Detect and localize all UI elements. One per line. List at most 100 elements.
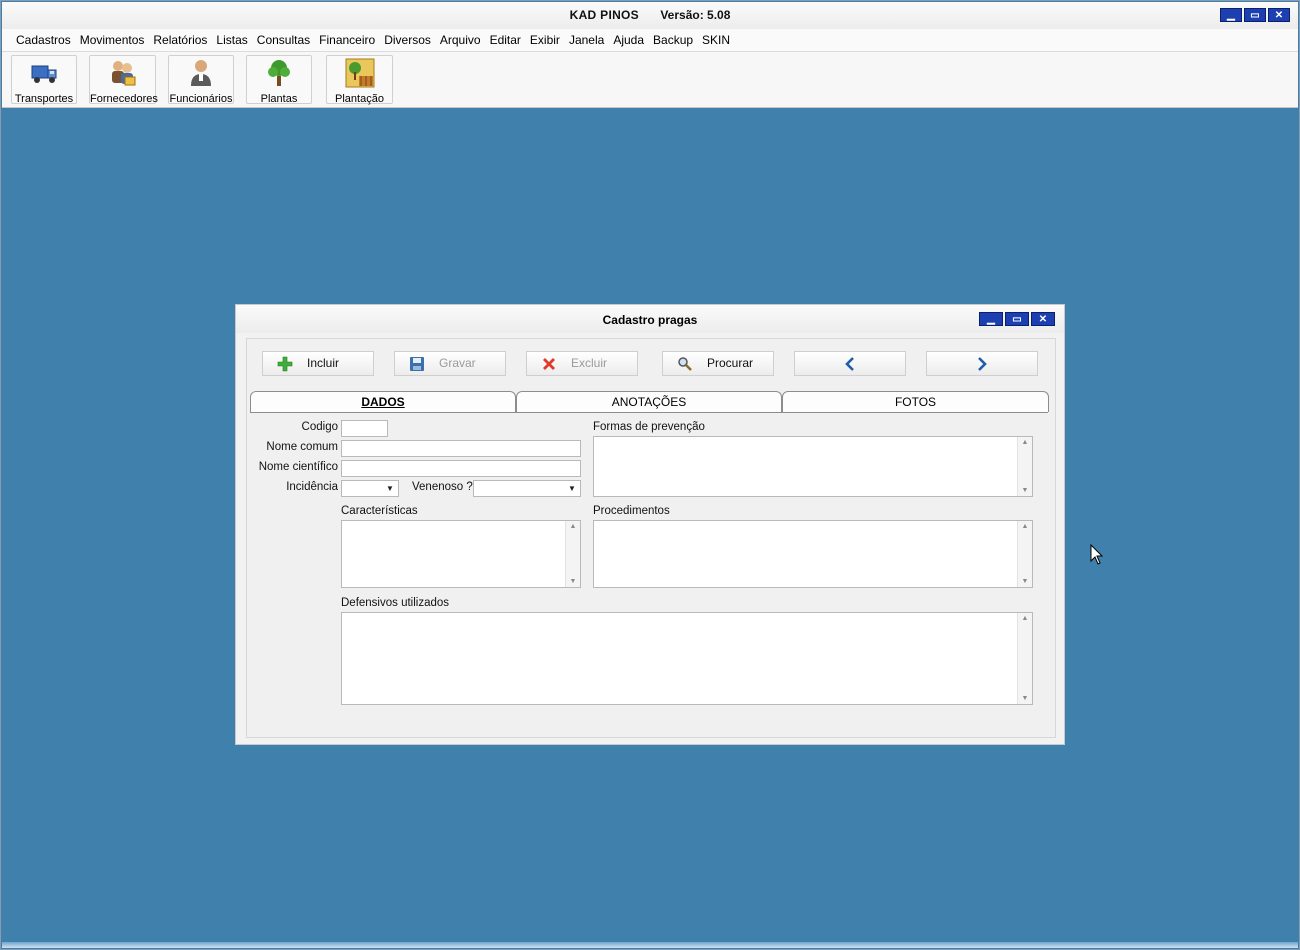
toolbar-plantacao-label: Plantação: [335, 93, 384, 105]
tab-dados[interactable]: DADOS: [250, 391, 516, 412]
scroll-up-icon[interactable]: ▲: [1018, 439, 1032, 446]
plus-icon: [277, 356, 293, 371]
scroll-up-icon[interactable]: ▲: [1018, 615, 1032, 622]
incluir-label: Incluir: [307, 356, 340, 370]
menu-exibir[interactable]: Exibir: [530, 33, 560, 47]
suppliers-icon: [111, 61, 135, 86]
nome-comum-label: Nome comum: [266, 441, 338, 453]
menu-cadastros[interactable]: Cadastros: [16, 33, 71, 47]
tree-icon: [268, 60, 290, 86]
caracteristicas-label: Características: [341, 505, 418, 517]
cadastro-pragas-window: Cadastro pragas ▁ ▭ ✕ Incluir Gravar Exc…: [235, 304, 1065, 745]
menu-backup[interactable]: Backup: [653, 33, 693, 47]
mouse-pointer-icon: [1090, 544, 1104, 565]
menubar: Cadastros Movimentos Relatórios Listas C…: [2, 29, 1298, 52]
gravar-button[interactable]: Gravar: [394, 351, 506, 376]
procedimentos-textarea[interactable]: ▲ ▼: [593, 520, 1033, 588]
toolbar-plantacao-button[interactable]: Plantação: [326, 55, 393, 105]
caracteristicas-textarea[interactable]: ▲ ▼: [341, 520, 581, 588]
child-minimize-button[interactable]: ▁: [979, 312, 1003, 326]
toolbar-funcionarios-label: Funcionários: [169, 93, 233, 105]
procedimentos-scrollbar[interactable]: ▲ ▼: [1017, 521, 1032, 587]
venenoso-label: Venenoso ?: [412, 481, 473, 493]
menu-relatorios[interactable]: Relatórios: [153, 33, 207, 47]
toolbar-transportes-label: Transportes: [14, 93, 74, 105]
scroll-down-icon[interactable]: ▼: [1018, 487, 1032, 494]
chevron-right-icon: [978, 356, 987, 371]
app-title: KAD PINOS: [569, 8, 639, 22]
codigo-label: Codigo: [301, 421, 338, 433]
defensivos-textarea[interactable]: ▲ ▼: [341, 612, 1033, 705]
formas-prevencao-scrollbar[interactable]: ▲ ▼: [1017, 437, 1032, 496]
procedimentos-label: Procedimentos: [593, 505, 670, 517]
nome-comum-input[interactable]: [341, 440, 581, 457]
child-title: Cadastro pragas: [602, 313, 698, 327]
tab-dados-label: DADOS: [361, 395, 405, 409]
child-close-button[interactable]: ✕: [1031, 312, 1055, 326]
status-strip: [2, 942, 1298, 948]
chevron-left-icon: [845, 356, 854, 371]
child-body: Incluir Gravar Excluir Procurar DADOS AN…: [246, 338, 1056, 738]
incluir-button[interactable]: Incluir: [262, 351, 374, 376]
child-titlebar: Cadastro pragas ▁ ▭ ✕: [236, 305, 1064, 333]
procurar-label: Procurar: [707, 356, 754, 370]
menu-financeiro[interactable]: Financeiro: [319, 33, 375, 47]
menu-listas[interactable]: Listas: [216, 33, 247, 47]
formas-prevencao-label: Formas de prevenção: [593, 421, 705, 433]
toolbar-fornecedores-label: Fornecedores: [90, 93, 158, 105]
procurar-button[interactable]: Procurar: [662, 351, 774, 376]
excluir-label: Excluir: [571, 356, 608, 370]
scroll-down-icon[interactable]: ▼: [566, 578, 580, 585]
nome-cientifico-input[interactable]: [341, 460, 581, 477]
tab-anotacoes-label: ANOTAÇÕES: [611, 395, 687, 409]
save-icon: [410, 356, 424, 371]
menu-arquivo[interactable]: Arquivo: [440, 33, 481, 47]
main-window-controls: ▁ ▭ ✕: [1220, 8, 1290, 22]
scroll-up-icon[interactable]: ▲: [1018, 523, 1032, 530]
employee-icon: [191, 60, 211, 86]
plantation-icon: [345, 58, 374, 88]
caracteristicas-scrollbar[interactable]: ▲ ▼: [565, 521, 580, 587]
tab-anotacoes[interactable]: ANOTAÇÕES: [516, 391, 782, 412]
child-window-controls: ▁ ▭ ✕: [979, 312, 1055, 326]
scroll-down-icon[interactable]: ▼: [1018, 578, 1032, 585]
minimize-button[interactable]: ▁: [1220, 8, 1242, 22]
menu-movimentos[interactable]: Movimentos: [80, 33, 145, 47]
dados-panel: Codigo Nome comum Nome científico Incidê…: [250, 412, 1048, 733]
main-toolbar: Transportes Fornecedores Funcionários Pl…: [2, 52, 1298, 108]
app-version: Versão: 5.08: [660, 8, 731, 22]
tab-strip: DADOS ANOTAÇÕES FOTOS: [250, 391, 1050, 412]
toolbar-plantas-button[interactable]: Plantas: [246, 55, 312, 105]
scroll-down-icon[interactable]: ▼: [1018, 695, 1032, 702]
maximize-button[interactable]: ▭: [1244, 8, 1266, 22]
next-record-button[interactable]: [926, 351, 1038, 376]
delete-icon: [543, 357, 555, 370]
tab-fotos-label: FOTOS: [894, 395, 937, 409]
gravar-label: Gravar: [439, 356, 476, 370]
menu-diversos[interactable]: Diversos: [384, 33, 431, 47]
menu-skin[interactable]: SKIN: [702, 33, 730, 47]
child-maximize-button[interactable]: ▭: [1005, 312, 1029, 326]
close-button[interactable]: ✕: [1268, 8, 1290, 22]
formas-prevencao-textarea[interactable]: ▲ ▼: [593, 436, 1033, 497]
excluir-button[interactable]: Excluir: [526, 351, 638, 376]
menu-editar[interactable]: Editar: [490, 33, 521, 47]
toolbar-funcionarios-button[interactable]: Funcionários: [168, 55, 234, 105]
truck-icon: [31, 65, 57, 83]
toolbar-transportes-button[interactable]: Transportes: [11, 55, 77, 105]
venenoso-select[interactable]: ▼: [473, 480, 581, 497]
menu-janela[interactable]: Janela: [569, 33, 604, 47]
menu-consultas[interactable]: Consultas: [257, 33, 310, 47]
previous-record-button[interactable]: [794, 351, 906, 376]
defensivos-scrollbar[interactable]: ▲ ▼: [1017, 613, 1032, 704]
toolbar-plantas-label: Plantas: [260, 93, 298, 105]
toolbar-fornecedores-button[interactable]: Fornecedores: [89, 55, 158, 105]
scroll-up-icon[interactable]: ▲: [566, 523, 580, 530]
incidencia-select[interactable]: ▼: [341, 480, 399, 497]
defensivos-label: Defensivos utilizados: [341, 597, 450, 609]
menu-ajuda[interactable]: Ajuda: [613, 33, 644, 47]
nome-cientifico-label: Nome científico: [258, 461, 338, 473]
main-titlebar: KAD PINOS Versão: 5.08 ▁ ▭ ✕: [2, 2, 1298, 29]
codigo-input[interactable]: [341, 420, 388, 437]
tab-fotos[interactable]: FOTOS: [782, 391, 1049, 412]
